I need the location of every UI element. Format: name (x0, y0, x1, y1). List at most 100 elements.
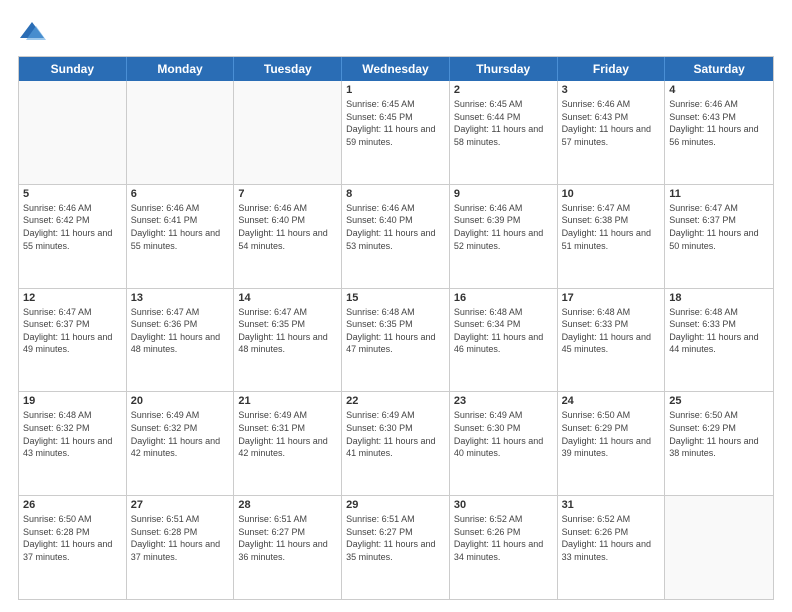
day-number: 11 (669, 188, 769, 200)
calendar-day-22: 22Sunrise: 6:49 AM Sunset: 6:30 PM Dayli… (342, 392, 450, 495)
cell-detail: Sunrise: 6:50 AM Sunset: 6:28 PM Dayligh… (23, 513, 122, 563)
cell-detail: Sunrise: 6:47 AM Sunset: 6:38 PM Dayligh… (562, 202, 661, 252)
cell-detail: Sunrise: 6:46 AM Sunset: 6:42 PM Dayligh… (23, 202, 122, 252)
calendar-empty-cell (127, 81, 235, 184)
day-number: 14 (238, 292, 337, 304)
cell-detail: Sunrise: 6:48 AM Sunset: 6:35 PM Dayligh… (346, 306, 445, 356)
calendar-day-26: 26 Sunrise: 6:50 AM Sunset: 6:28 PM Dayli… (19, 496, 127, 599)
calendar-day-18: 18 Sunrise: 6:48 AM Sunset: 6:33 PM Dayli… (665, 289, 773, 392)
day-number: 1 (346, 84, 445, 96)
day-number: 15 (346, 292, 445, 304)
day-number: 5 (23, 188, 122, 200)
day-number: 17 (562, 292, 661, 304)
day-number: 18 (669, 292, 769, 304)
weekday-header-saturday: Saturday (665, 57, 773, 81)
calendar-day-6: 6 Sunrise: 6:46 AM Sunset: 6:41 PM Daylig… (127, 185, 235, 288)
day-number: 24 (562, 395, 661, 407)
calendar-day-17: 17 Sunrise: 6:48 AM Sunset: 6:33 PM Dayli… (558, 289, 666, 392)
calendar-header: SundayMondayTuesdayWednesdayThursdayFrid… (19, 57, 773, 81)
calendar-day-4: 4 Sunrise: 6:46 AM Sunset: 6:43 PM Daylig… (665, 81, 773, 184)
cell-detail: Sunrise: 6:48 AM Sunset: 6:34 PM Dayligh… (454, 306, 553, 356)
calendar-row-2: 5 Sunrise: 6:46 AM Sunset: 6:42 PM Daylig… (19, 185, 773, 289)
calendar-empty-cell (19, 81, 127, 184)
calendar-row-5: 26 Sunrise: 6:50 AM Sunset: 6:28 PM Dayli… (19, 496, 773, 599)
calendar-day-31: 31 Sunrise: 6:52 AM Sunset: 6:26 PM Dayli… (558, 496, 666, 599)
calendar-day-15: 15 Sunrise: 6:48 AM Sunset: 6:35 PM Dayli… (342, 289, 450, 392)
day-number: 13 (131, 292, 230, 304)
cell-detail: Sunrise: 6:50 AM Sunset: 6:29 PM Dayligh… (669, 409, 769, 459)
calendar-day-11: 11 Sunrise: 6:47 AM Sunset: 6:37 PM Dayli… (665, 185, 773, 288)
cell-detail: Sunrise: 6:47 AM Sunset: 6:35 PM Dayligh… (238, 306, 337, 356)
day-number: 3 (562, 84, 661, 96)
day-number: 30 (454, 499, 553, 511)
calendar-day-28: 28 Sunrise: 6:51 AM Sunset: 6:27 PM Dayli… (234, 496, 342, 599)
calendar-day-20: 20Sunrise: 6:49 AM Sunset: 6:32 PM Dayli… (127, 392, 235, 495)
cell-detail: Sunrise: 6:47 AM Sunset: 6:36 PM Dayligh… (131, 306, 230, 356)
cell-detail: Sunrise: 6:49 AM Sunset: 6:30 PM Dayligh… (454, 409, 553, 459)
day-number: 29 (346, 499, 445, 511)
cell-detail: Sunrise: 6:45 AM Sunset: 6:45 PM Dayligh… (346, 98, 445, 148)
calendar-day-19: 19Sunrise: 6:48 AM Sunset: 6:32 PM Dayli… (19, 392, 127, 495)
cell-detail: Sunrise: 6:46 AM Sunset: 6:41 PM Dayligh… (131, 202, 230, 252)
day-number: 21 (238, 395, 337, 407)
day-number: 6 (131, 188, 230, 200)
weekday-header-tuesday: Tuesday (234, 57, 342, 81)
calendar-day-13: 13 Sunrise: 6:47 AM Sunset: 6:36 PM Dayli… (127, 289, 235, 392)
day-number: 10 (562, 188, 661, 200)
day-number: 7 (238, 188, 337, 200)
calendar-day-5: 5 Sunrise: 6:46 AM Sunset: 6:42 PM Daylig… (19, 185, 127, 288)
cell-detail: Sunrise: 6:46 AM Sunset: 6:40 PM Dayligh… (238, 202, 337, 252)
cell-detail: Sunrise: 6:46 AM Sunset: 6:43 PM Dayligh… (562, 98, 661, 148)
cell-detail: Sunrise: 6:52 AM Sunset: 6:26 PM Dayligh… (454, 513, 553, 563)
calendar-row-1: 1 Sunrise: 6:45 AM Sunset: 6:45 PM Daylig… (19, 81, 773, 185)
day-number: 27 (131, 499, 230, 511)
calendar-day-30: 30 Sunrise: 6:52 AM Sunset: 6:26 PM Dayli… (450, 496, 558, 599)
cell-detail: Sunrise: 6:49 AM Sunset: 6:30 PM Dayligh… (346, 409, 445, 459)
cell-detail: Sunrise: 6:52 AM Sunset: 6:26 PM Dayligh… (562, 513, 661, 563)
calendar-row-4: 19Sunrise: 6:48 AM Sunset: 6:32 PM Dayli… (19, 392, 773, 496)
calendar-day-14: 14 Sunrise: 6:47 AM Sunset: 6:35 PM Dayli… (234, 289, 342, 392)
cell-detail: Sunrise: 6:51 AM Sunset: 6:27 PM Dayligh… (238, 513, 337, 563)
cell-detail: Sunrise: 6:48 AM Sunset: 6:32 PM Dayligh… (23, 409, 122, 459)
cell-detail: Sunrise: 6:45 AM Sunset: 6:44 PM Dayligh… (454, 98, 553, 148)
calendar-body: 1 Sunrise: 6:45 AM Sunset: 6:45 PM Daylig… (19, 81, 773, 599)
calendar-day-29: 29Sunrise: 6:51 AM Sunset: 6:27 PM Dayli… (342, 496, 450, 599)
cell-detail: Sunrise: 6:47 AM Sunset: 6:37 PM Dayligh… (23, 306, 122, 356)
cell-detail: Sunrise: 6:48 AM Sunset: 6:33 PM Dayligh… (562, 306, 661, 356)
day-number: 31 (562, 499, 661, 511)
weekday-header-friday: Friday (558, 57, 666, 81)
calendar-day-8: 8Sunrise: 6:46 AM Sunset: 6:40 PM Daylig… (342, 185, 450, 288)
day-number: 26 (23, 499, 122, 511)
day-number: 4 (669, 84, 769, 96)
calendar-empty-cell (665, 496, 773, 599)
calendar-day-27: 27Sunrise: 6:51 AM Sunset: 6:28 PM Dayli… (127, 496, 235, 599)
day-number: 23 (454, 395, 553, 407)
calendar-day-1: 1 Sunrise: 6:45 AM Sunset: 6:45 PM Daylig… (342, 81, 450, 184)
cell-detail: Sunrise: 6:46 AM Sunset: 6:39 PM Dayligh… (454, 202, 553, 252)
weekday-header-monday: Monday (127, 57, 235, 81)
cell-detail: Sunrise: 6:47 AM Sunset: 6:37 PM Dayligh… (669, 202, 769, 252)
day-number: 12 (23, 292, 122, 304)
weekday-header-wednesday: Wednesday (342, 57, 450, 81)
calendar-day-7: 7 Sunrise: 6:46 AM Sunset: 6:40 PM Daylig… (234, 185, 342, 288)
day-number: 25 (669, 395, 769, 407)
calendar-day-10: 10 Sunrise: 6:47 AM Sunset: 6:38 PM Dayli… (558, 185, 666, 288)
calendar-row-3: 12 Sunrise: 6:47 AM Sunset: 6:37 PM Dayli… (19, 289, 773, 393)
day-number: 16 (454, 292, 553, 304)
day-number: 8 (346, 188, 445, 200)
calendar-day-21: 21 Sunrise: 6:49 AM Sunset: 6:31 PM Dayli… (234, 392, 342, 495)
weekday-header-thursday: Thursday (450, 57, 558, 81)
calendar-day-9: 9 Sunrise: 6:46 AM Sunset: 6:39 PM Daylig… (450, 185, 558, 288)
calendar-day-24: 24Sunrise: 6:50 AM Sunset: 6:29 PM Dayli… (558, 392, 666, 495)
cell-detail: Sunrise: 6:49 AM Sunset: 6:31 PM Dayligh… (238, 409, 337, 459)
calendar-empty-cell (234, 81, 342, 184)
day-number: 28 (238, 499, 337, 511)
calendar-day-12: 12 Sunrise: 6:47 AM Sunset: 6:37 PM Dayli… (19, 289, 127, 392)
calendar-day-16: 16 Sunrise: 6:48 AM Sunset: 6:34 PM Dayli… (450, 289, 558, 392)
cell-detail: Sunrise: 6:48 AM Sunset: 6:33 PM Dayligh… (669, 306, 769, 356)
logo (18, 18, 50, 46)
day-number: 9 (454, 188, 553, 200)
cell-detail: Sunrise: 6:46 AM Sunset: 6:43 PM Dayligh… (669, 98, 769, 148)
calendar: SundayMondayTuesdayWednesdayThursdayFrid… (18, 56, 774, 600)
cell-detail: Sunrise: 6:49 AM Sunset: 6:32 PM Dayligh… (131, 409, 230, 459)
